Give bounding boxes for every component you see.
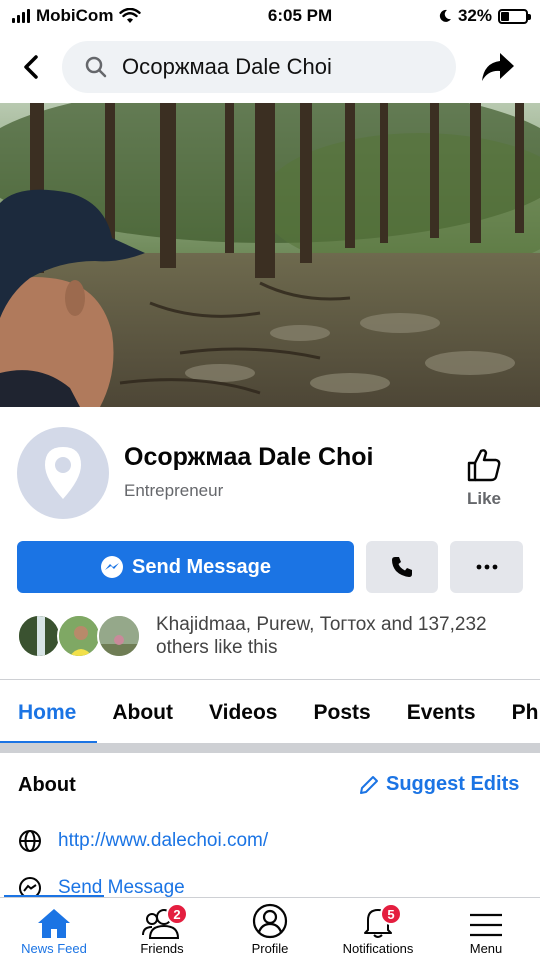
nav-label: News Feed (21, 941, 87, 956)
action-buttons: Send Message (17, 541, 523, 593)
about-heading: About (18, 774, 76, 796)
tab-videos[interactable]: Videos (209, 684, 277, 742)
section-divider (0, 743, 540, 753)
nav-label: Menu (469, 941, 503, 956)
friend-avatar (17, 614, 61, 658)
tab-about[interactable]: About (112, 684, 173, 742)
status-bar: MobiCom 6:05 PM 32% (0, 0, 540, 32)
likes-summary: Khajidmaa, Purew, Тогтох and 137,232 oth… (156, 613, 487, 659)
website-row[interactable]: http://www.dalechoi.com/ (18, 829, 268, 853)
divider (0, 679, 540, 680)
nav-news-feed[interactable]: News Feed (0, 898, 108, 960)
nav-menu[interactable]: Menu (432, 898, 540, 960)
friend-avatars (17, 612, 142, 660)
friends-badge: 2 (166, 903, 188, 925)
nav-label: Profile (251, 941, 289, 956)
share-icon (482, 53, 514, 81)
nav-notifications[interactable]: 5 Notifications (324, 898, 432, 960)
bottom-navigation: News Feed 2 Friends Profile 5 Notificati… (0, 897, 540, 960)
share-button[interactable] (456, 38, 540, 96)
cover-photo[interactable] (0, 103, 540, 407)
search-query: Осоржмаа Dale Choi (122, 54, 332, 79)
likes-text-line2: others like this (156, 637, 278, 658)
suggest-edits-label: Suggest Edits (386, 773, 520, 795)
moon-icon (439, 9, 451, 22)
suggest-edits-button[interactable]: Suggest Edits (358, 773, 519, 796)
more-button[interactable] (450, 541, 523, 593)
nav-label: Notifications (342, 941, 414, 956)
battery-level-fill (501, 11, 509, 21)
globe-icon (19, 830, 41, 852)
signal-icon (12, 9, 30, 23)
like-button[interactable]: Like (455, 447, 513, 517)
send-message-label: Send Message (132, 555, 271, 578)
phone-icon (392, 557, 412, 577)
search-input[interactable]: Осоржмаа Dale Choi (62, 41, 456, 93)
hamburger-icon (470, 913, 502, 937)
search-icon (85, 56, 107, 78)
page-avatar[interactable] (17, 427, 109, 519)
back-arrow-icon (24, 55, 38, 79)
thumbs-up-icon (467, 449, 501, 482)
more-icon (476, 564, 497, 570)
nav-label: Friends (140, 941, 184, 956)
page-header: Осоржмаа Dale Choi Entrepreneur Like (0, 407, 540, 537)
tab-posts[interactable]: Posts (314, 684, 371, 742)
tab-events[interactable]: Events (407, 684, 476, 742)
friend-avatar (97, 614, 141, 658)
friends-like-row[interactable]: Khajidmaa, Purew, Тогтох and 137,232 oth… (17, 610, 523, 662)
page-category: Entrepreneur (124, 481, 224, 500)
home-icon (38, 909, 70, 938)
send-message-button[interactable]: Send Message (17, 541, 354, 593)
carrier-name: MobiCom (36, 6, 114, 25)
like-label: Like (466, 489, 502, 508)
profile-icon (252, 903, 288, 939)
page-tabs: Home About Videos Posts Events Ph (0, 684, 540, 742)
call-button[interactable] (366, 541, 438, 593)
tab-home[interactable]: Home (18, 684, 76, 742)
battery-icon (498, 8, 531, 24)
back-button[interactable] (0, 38, 62, 96)
search-header: Осоржмаа Dale Choi (0, 38, 540, 96)
nav-friends[interactable]: 2 Friends (108, 898, 216, 960)
notifications-badge: 5 (380, 903, 402, 925)
battery-percent: 32% (457, 6, 492, 25)
location-pin-icon (45, 447, 81, 499)
tab-photos[interactable]: Ph (512, 684, 539, 742)
page-title: Осоржмаа Dale Choi (124, 443, 374, 471)
likes-text-line1: Khajidmaa, Purew, Тогтох and 137,232 (156, 614, 487, 635)
messenger-icon (101, 556, 124, 578)
website-link[interactable]: http://www.dalechoi.com/ (58, 830, 268, 852)
wifi-icon (119, 8, 142, 23)
pencil-icon (360, 775, 378, 794)
status-time: 6:05 PM (267, 6, 333, 25)
friend-avatar (57, 614, 101, 658)
nav-profile[interactable]: Profile (216, 898, 324, 960)
